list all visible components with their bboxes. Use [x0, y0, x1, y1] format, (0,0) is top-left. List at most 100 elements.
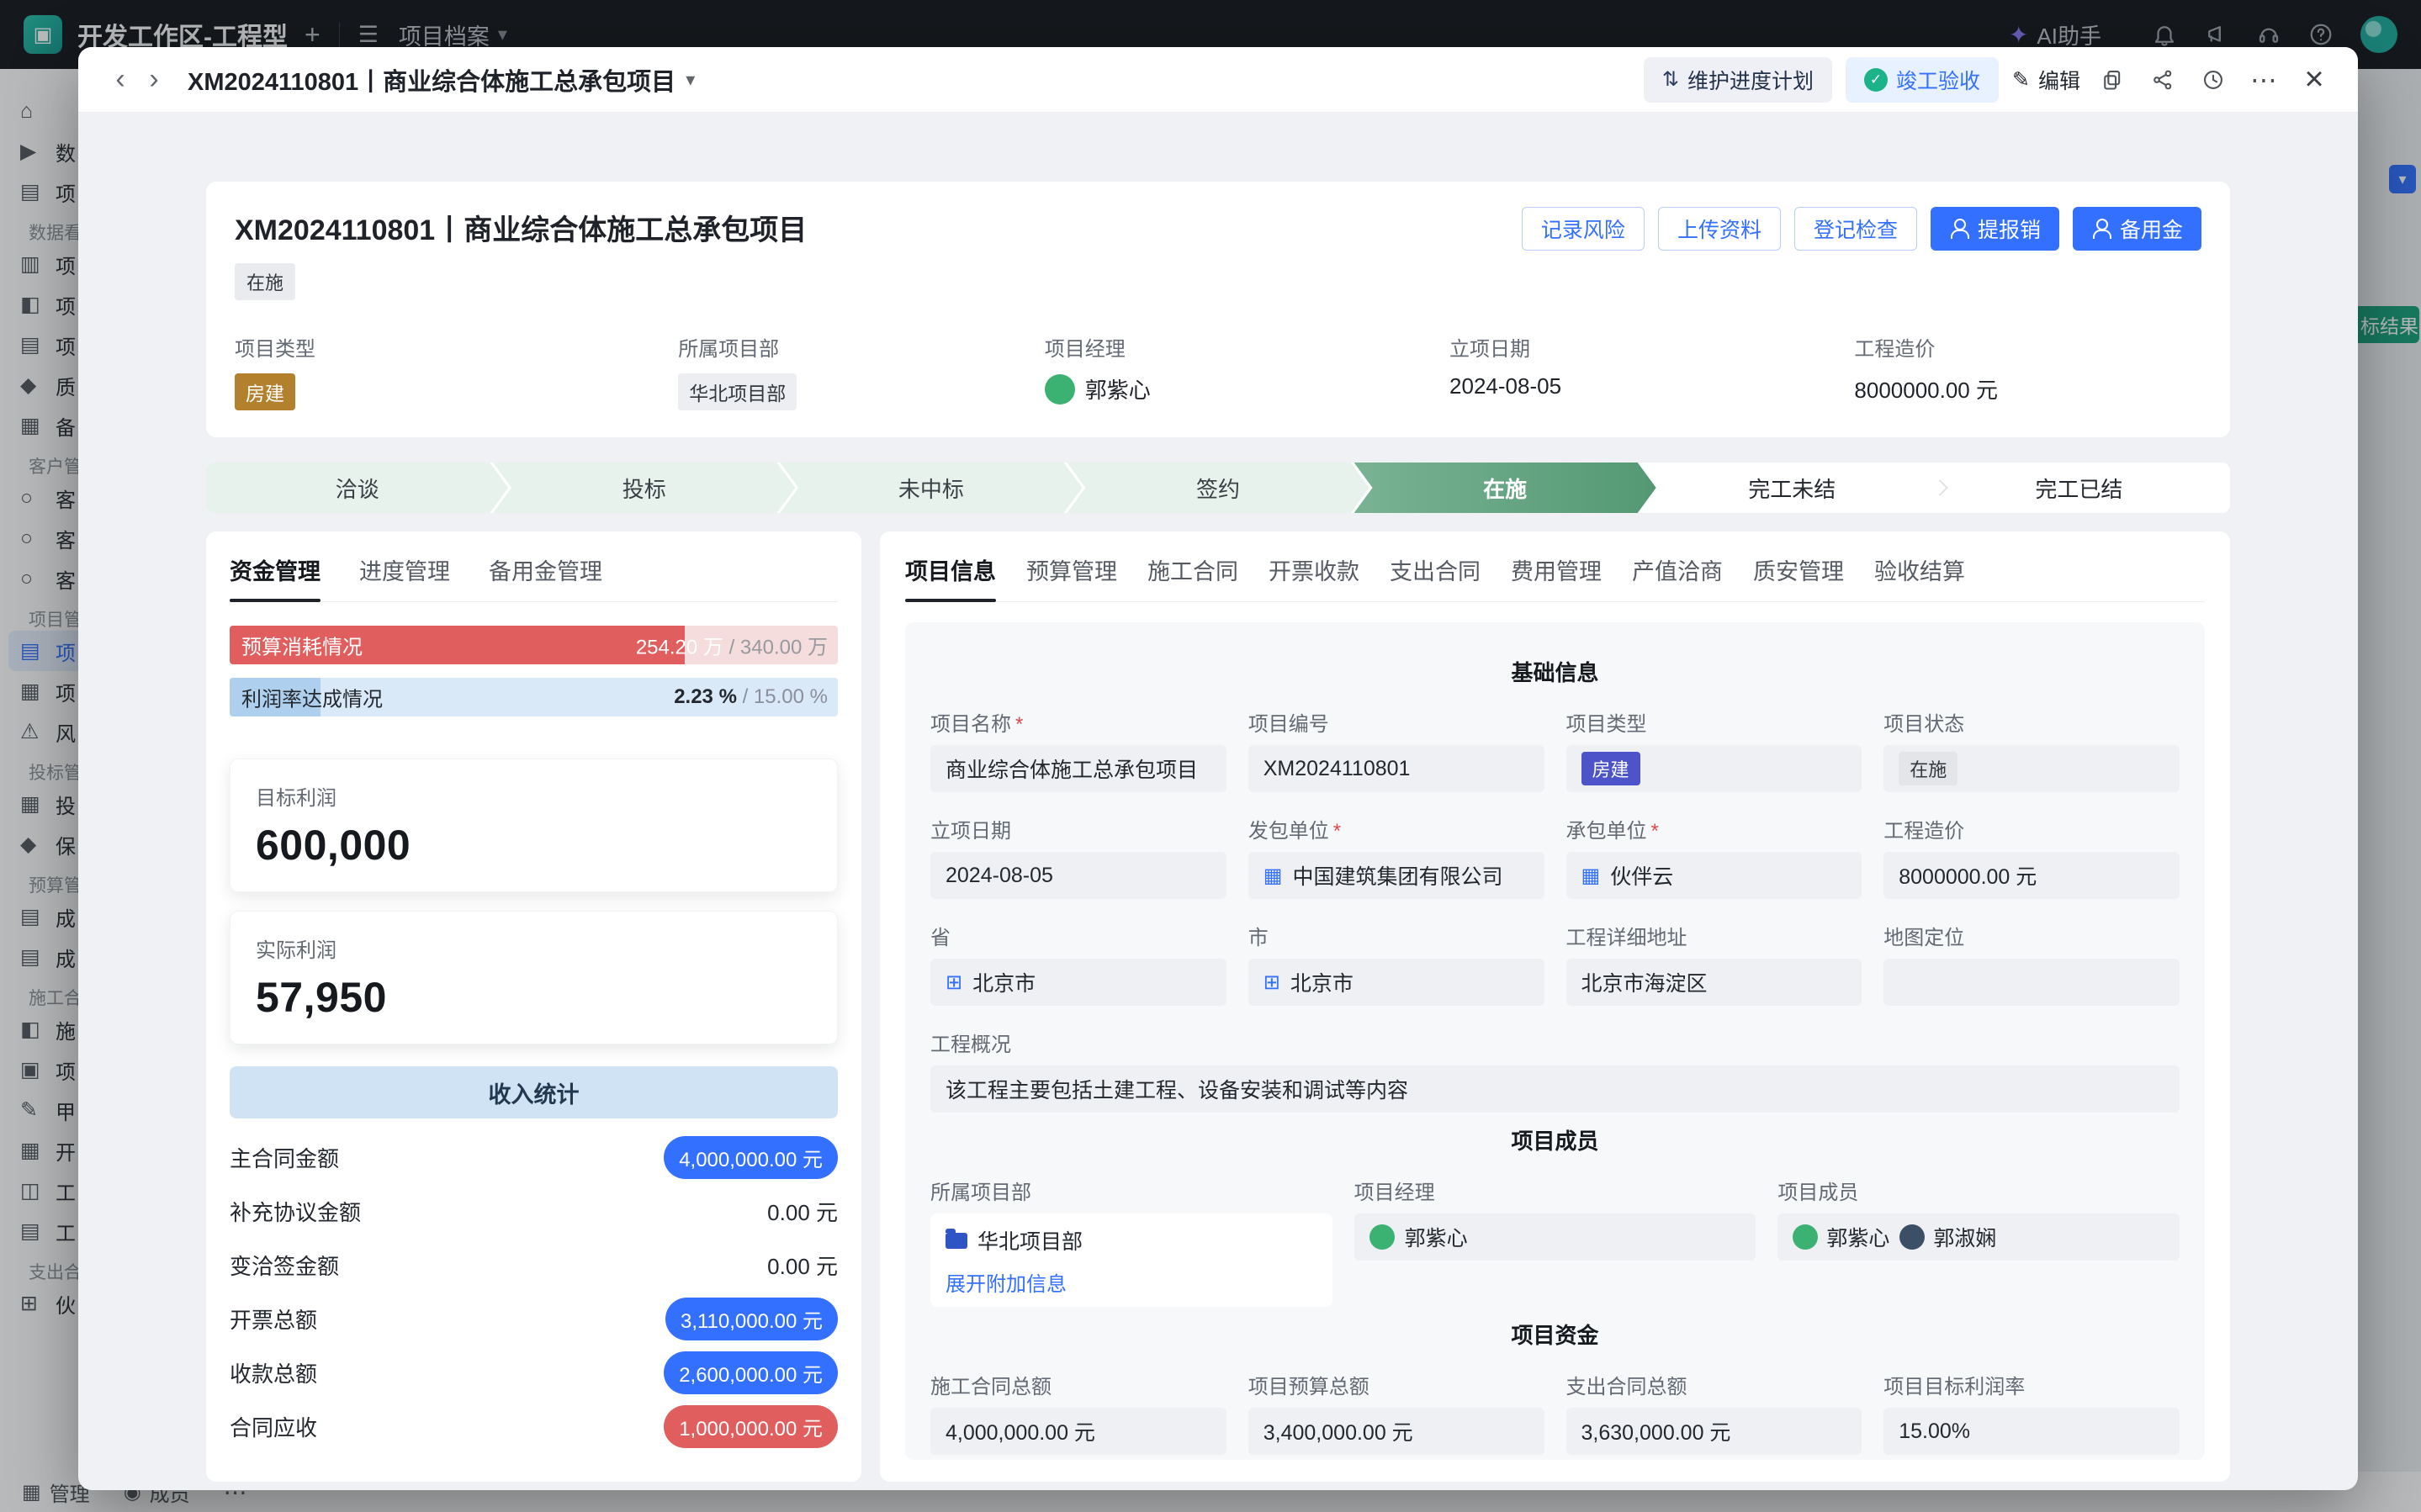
project-summary-card: XM2024110801丨商业综合体施工总承包项目 在施 记录风险 上传资料 登… — [206, 182, 2230, 437]
record-risk-button[interactable]: 记录风险 — [1522, 207, 1645, 251]
stage-step[interactable]: 在施 — [1354, 463, 1656, 513]
field-value-box[interactable]: 中国建筑集团有限公司 — [1248, 852, 1544, 899]
money-row-label: 主合同金额 — [230, 1142, 339, 1173]
stage-step-label: 在施 — [1483, 473, 1527, 504]
progress-bars: 预算消耗情况 254.20 万 / 340.00 万 利润率达成情况 2.23 … — [230, 626, 838, 730]
modal-title: XM2024110801丨商业综合体施工总承包项目 — [188, 62, 675, 98]
field-value-box[interactable]: 房建 — [1566, 745, 1862, 792]
form-field: 发包单位* 中国建筑集团有限公司 — [1248, 814, 1544, 899]
field-label: 地图定位* — [1883, 921, 2180, 950]
field-value-box[interactable]: 北京市 — [1248, 959, 1544, 1006]
stage-step[interactable]: 洽谈 — [206, 463, 508, 513]
project-info-tab[interactable]: 支出合同 — [1390, 553, 1481, 601]
title-chevron-down-icon[interactable] — [686, 69, 695, 91]
money-row: 主合同金额 4,000,000.00 元 — [230, 1130, 838, 1184]
project-info-tab[interactable]: 施工合同 — [1147, 553, 1238, 601]
expand-extra-info-link[interactable]: 展开附加信息 — [946, 1267, 1067, 1297]
summary-field-start-date: 立项日期 2024-08-05 — [1449, 332, 1854, 410]
project-info-tab[interactable]: 预算管理 — [1026, 553, 1117, 601]
form-field: 工程造价* 8000000.00 元 — [1883, 814, 2180, 899]
field-label: 立项日期* — [930, 814, 1226, 843]
field-value-box[interactable]: 4,000,000.00 元 — [930, 1408, 1226, 1455]
field-value-box[interactable]: 15.00% — [1883, 1408, 2180, 1455]
funds-panel-tab[interactable]: 备用金管理 — [489, 553, 602, 601]
edit-button[interactable]: 编辑 — [2012, 57, 2080, 103]
project-info-tab[interactable]: 开票收款 — [1269, 553, 1359, 601]
more-actions-icon[interactable] — [2245, 61, 2282, 98]
submit-expense-button[interactable]: 提报销 — [1931, 207, 2059, 251]
upload-material-button[interactable]: 上传资料 — [1658, 207, 1781, 251]
money-row-value: 1,000,000.00 元 — [664, 1405, 838, 1448]
share-icon[interactable] — [2144, 61, 2181, 98]
stage-step[interactable]: 完工未结 — [1641, 463, 1943, 513]
stage-step[interactable]: 未中标 — [780, 463, 1082, 513]
required-asterisk: * — [1015, 713, 1023, 736]
form-field: 项目目标利润率 15.00% — [1883, 1370, 2180, 1455]
profit-card: 实际利润 57,950 — [230, 911, 838, 1044]
project-stage-stepper: 洽谈 投标 未中标 签约 在施 — [206, 463, 2230, 513]
money-row: 开票总额 3,110,000.00 元 — [230, 1292, 838, 1345]
field-value-box[interactable]: 8000000.00 元 — [1883, 852, 2180, 899]
project-info-tab[interactable]: 验收结算 — [1874, 553, 1965, 601]
money-row: 收款总额 2,600,000.00 元 — [230, 1345, 838, 1399]
team-value-box[interactable]: 郭紫心 郭淑娴 — [1777, 1213, 2180, 1261]
stage-step[interactable]: 完工已结 — [1928, 463, 2230, 513]
field-value-box[interactable] — [1883, 959, 2180, 1006]
history-icon[interactable] — [2195, 61, 2232, 98]
petty-cash-button[interactable]: 备用金 — [2073, 207, 2201, 251]
field-value-box[interactable]: 3,630,000.00 元 — [1566, 1408, 1862, 1455]
form-field: 施工合同总额 4,000,000.00 元 — [930, 1370, 1226, 1455]
copy-icon[interactable] — [2094, 61, 2131, 98]
field-label: 项目状态* — [1883, 707, 2180, 737]
field-label: 项目编号* — [1248, 707, 1544, 737]
form-field: 项目状态* 在施 — [1883, 707, 2180, 792]
project-info-tab[interactable]: 产值洽商 — [1632, 553, 1723, 601]
stage-step[interactable]: 签约 — [1067, 463, 1369, 513]
members-grid: 所属项目部 华北项目部 展开附加信息 项目经理 — [930, 1176, 2180, 1307]
submit-expense-label: 提报销 — [1978, 214, 2041, 244]
team-field: 项目成员 郭紫心 郭淑娴 — [1777, 1176, 2180, 1307]
stage-step-label: 投标 — [622, 473, 666, 504]
stage-step[interactable]: 投标 — [493, 463, 795, 513]
field-value: 伙伴云 — [1610, 860, 1673, 891]
field-value-box[interactable]: 2024-08-05 — [930, 852, 1226, 899]
form-field: 地图定位* — [1883, 921, 2180, 1006]
stage-step-label: 洽谈 — [336, 473, 379, 504]
department-chip: 华北项目部 — [678, 373, 797, 410]
back-icon[interactable] — [103, 63, 137, 96]
summary-field-cost: 工程造价 8000000.00 元 — [1854, 332, 2201, 410]
field-value-box[interactable]: XM2024110801 — [1248, 745, 1544, 792]
completion-acceptance-button[interactable]: 竣工验收 — [1846, 57, 1999, 103]
profit-card-label: 目标利润 — [256, 781, 812, 811]
person-icon — [2091, 218, 2111, 240]
form-field: 项目预算总额 3,400,000.00 元 — [1248, 1370, 1544, 1455]
field-value-box[interactable]: 3,400,000.00 元 — [1248, 1408, 1544, 1455]
field-value-box[interactable]: 伙伴云 — [1566, 852, 1862, 899]
income-stats-button[interactable]: 收入统计 — [230, 1066, 838, 1118]
maintain-schedule-button[interactable]: 维护进度计划 — [1644, 57, 1832, 103]
field-value-box[interactable]: 北京市海淀区 — [1566, 959, 1862, 1006]
detail-panels: 资金管理 进度管理 备用金管理 — [206, 531, 2230, 1482]
field-value: 2024-08-05 — [946, 864, 1053, 888]
money-row-value: 0.00 元 — [767, 1250, 838, 1281]
project-info-tab[interactable]: 质安管理 — [1753, 553, 1844, 601]
dept-value-box[interactable]: 华北项目部 展开附加信息 — [930, 1213, 1332, 1307]
field-value: 商业综合体施工总承包项目 — [946, 753, 1198, 784]
project-info-tab[interactable]: 费用管理 — [1511, 553, 1602, 601]
field-value-box[interactable]: 商业综合体施工总承包项目 — [930, 745, 1226, 792]
funds-panel-tab[interactable]: 进度管理 — [359, 553, 450, 601]
register-inspection-button[interactable]: 登记检查 — [1794, 207, 1917, 251]
project-info-tab[interactable]: 项目信息 — [905, 553, 996, 601]
forward-icon[interactable] — [137, 63, 171, 96]
overview-value-box[interactable]: 该工程主要包括土建工程、设备安装和调试等内容 — [930, 1065, 2180, 1113]
member-chip: 郭紫心 — [1793, 1222, 1889, 1252]
money-row-value: 2,600,000.00 元 — [664, 1351, 838, 1394]
maintain-schedule-label: 维护进度计划 — [1687, 65, 1814, 95]
field-value: 15.00% — [1899, 1419, 1970, 1444]
field-value-box[interactable]: 在施 — [1883, 745, 2180, 792]
funds-panel-tab[interactable]: 资金管理 — [230, 553, 321, 601]
field-value-box[interactable]: 北京市 — [930, 959, 1226, 1006]
member-chip: 郭淑娴 — [1899, 1222, 1996, 1252]
close-icon[interactable] — [2296, 61, 2333, 98]
manager-value-box[interactable]: 郭紫心 — [1354, 1213, 1756, 1261]
